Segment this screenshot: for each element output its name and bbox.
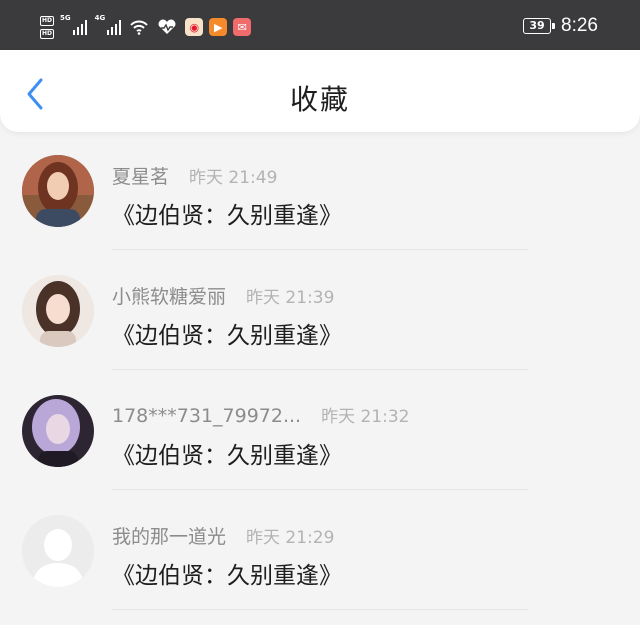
username[interactable]: 小熊软糖爱丽	[112, 282, 226, 309]
status-bar: HD HD 5G 4G ◉ ▶ ✉ 39 8:26	[0, 0, 640, 50]
avatar[interactable]	[22, 155, 94, 227]
item-meta: 178***731_79972... 昨天 21:32	[112, 402, 410, 427]
avatar[interactable]	[22, 515, 94, 587]
video-icon: ▶	[209, 18, 228, 36]
signal-icon	[72, 19, 87, 35]
story-title[interactable]: 《边伯贤：久别重逢》	[112, 556, 342, 590]
item-meta: 小熊软糖爱丽 昨天 21:39	[112, 282, 334, 309]
weibo-icon: ◉	[185, 18, 204, 36]
divider	[112, 249, 528, 250]
favorite-item[interactable]: 夏星茗 昨天 21:49 《边伯贤：久别重逢》	[0, 140, 640, 260]
wifi-icon	[130, 20, 148, 35]
status-time: 8:26	[561, 15, 598, 36]
story-title[interactable]: 《边伯贤：久别重逢》	[112, 196, 342, 230]
story-title[interactable]: 《边伯贤：久别重逢》	[112, 316, 342, 350]
hd-badge: HD	[40, 28, 55, 39]
nav-bar: 收藏	[0, 50, 640, 132]
divider	[112, 369, 528, 370]
username[interactable]: 178***731_79972...	[112, 405, 301, 427]
status-right: 39 8:26	[523, 13, 598, 39]
mail-icon: ✉	[233, 18, 252, 36]
timestamp: 昨天 21:39	[246, 288, 335, 308]
item-meta: 夏星茗 昨天 21:49	[112, 162, 277, 189]
timestamp: 昨天 21:29	[246, 528, 335, 548]
item-meta: 我的那一道光 昨天 21:29	[112, 522, 334, 549]
story-title[interactable]: 《边伯贤：久别重逢》	[112, 436, 342, 470]
timestamp: 昨天 21:49	[189, 168, 278, 188]
username[interactable]: 夏星茗	[112, 162, 169, 189]
favorites-list: 夏星茗 昨天 21:49 《边伯贤：久别重逢》 小熊软糖爱丽 昨天 21:39 …	[0, 140, 640, 620]
network-type-label: 5G	[60, 14, 71, 22]
heart-icon	[158, 19, 176, 34]
hd-badge: HD	[40, 15, 55, 26]
divider	[112, 609, 528, 610]
favorite-item[interactable]: 我的那一道光 昨天 21:29 《边伯贤：久别重逢》	[0, 500, 640, 620]
divider	[112, 489, 528, 490]
status-left: HD HD 5G 4G ◉ ▶ ✉	[40, 14, 257, 40]
favorite-item[interactable]: 178***731_79972... 昨天 21:32 《边伯贤：久别重逢》	[0, 380, 640, 500]
network-type-label: 4G	[94, 14, 106, 22]
hd-indicators: HD HD	[40, 15, 55, 39]
avatar[interactable]	[22, 395, 94, 467]
timestamp: 昨天 21:32	[321, 407, 410, 427]
page-title: 收藏	[289, 83, 350, 116]
avatar[interactable]	[22, 275, 94, 347]
signal-icon	[107, 19, 122, 35]
battery-icon: 39	[523, 18, 556, 34]
username[interactable]: 我的那一道光	[112, 522, 226, 549]
favorite-item[interactable]: 小熊软糖爱丽 昨天 21:39 《边伯贤：久别重逢》	[0, 260, 640, 380]
